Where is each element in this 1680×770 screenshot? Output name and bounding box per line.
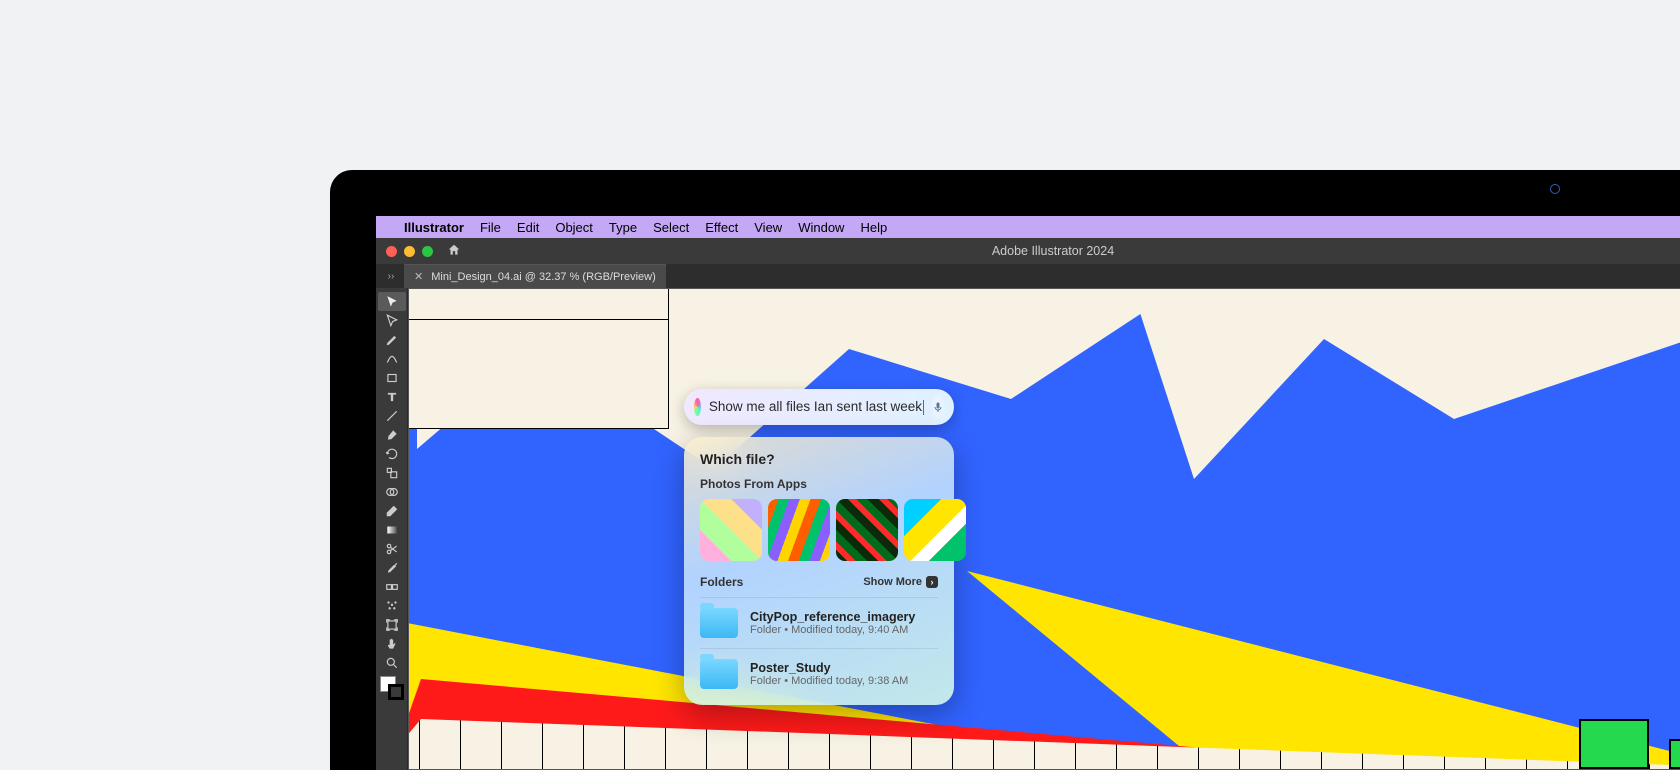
- menu-app-name[interactable]: Illustrator: [404, 220, 464, 235]
- results-title: Which file?: [700, 451, 938, 467]
- menu-type[interactable]: Type: [609, 220, 637, 235]
- stroke-swatch[interactable]: [388, 684, 404, 700]
- tool-zoom[interactable]: [378, 653, 406, 672]
- app-title: Adobe Illustrator 2024: [376, 244, 1680, 258]
- menu-view[interactable]: View: [754, 220, 782, 235]
- tool-artboard[interactable]: [378, 615, 406, 634]
- tool-pen[interactable]: [378, 330, 406, 349]
- photo-thumbnail[interactable]: [904, 499, 966, 561]
- artwork-shape: [409, 289, 669, 429]
- menu-select[interactable]: Select: [653, 220, 689, 235]
- tool-gradient[interactable]: [378, 520, 406, 539]
- app-titlebar: Adobe Illustrator 2024: [376, 238, 1680, 264]
- folder-result-row[interactable]: CityPop_reference_imagery Folder • Modif…: [700, 597, 938, 648]
- tool-symbol-sprayer[interactable]: [378, 596, 406, 615]
- tool-type[interactable]: [378, 387, 406, 406]
- siri-icon: [694, 398, 701, 416]
- tool-scale[interactable]: [378, 463, 406, 482]
- menu-effect[interactable]: Effect: [705, 220, 738, 235]
- microphone-icon[interactable]: [932, 395, 944, 419]
- folder-icon: [700, 608, 738, 638]
- canvas[interactable]: Show me all files Ian sent last week Whi…: [408, 288, 1680, 770]
- tool-eyedropper[interactable]: [378, 558, 406, 577]
- folder-name: Poster_Study: [750, 661, 938, 675]
- folder-meta: Folder • Modified today, 9:40 AM: [750, 624, 938, 636]
- show-more-button[interactable]: Show More ›: [863, 576, 938, 588]
- artwork-shape: [1669, 739, 1680, 769]
- tool-curvature[interactable]: [378, 349, 406, 368]
- artwork-shape: [1579, 719, 1649, 769]
- siri-results-panel: Which file? Photos From Apps Folders Sho…: [684, 437, 954, 705]
- folder-meta: Folder • Modified today, 9:38 AM: [750, 675, 938, 687]
- document-tab-label: Mini_Design_04.ai @ 32.37 % (RGB/Preview…: [431, 271, 656, 283]
- menu-edit[interactable]: Edit: [517, 220, 539, 235]
- tool-line[interactable]: [378, 406, 406, 425]
- fill-stroke-swatch[interactable]: [380, 676, 404, 700]
- tool-scissors[interactable]: [378, 539, 406, 558]
- siri-search-field[interactable]: Show me all files Ian sent last week: [684, 389, 954, 425]
- expand-panels-icon[interactable]: ››: [378, 264, 404, 288]
- tool-direct-selection[interactable]: [378, 311, 406, 330]
- chevron-right-icon: ›: [926, 576, 938, 588]
- tool-blend[interactable]: [378, 577, 406, 596]
- document-tab[interactable]: ✕ Mini_Design_04.ai @ 32.37 % (RGB/Previ…: [404, 264, 666, 288]
- tool-shape-builder[interactable]: [378, 482, 406, 501]
- close-window-button[interactable]: [386, 246, 397, 257]
- tool-rectangle[interactable]: [378, 368, 406, 387]
- tool-paintbrush[interactable]: [378, 425, 406, 444]
- screen: Illustrator File Edit Object Type Select…: [376, 216, 1680, 770]
- menu-object[interactable]: Object: [555, 220, 593, 235]
- siri-popover: Show me all files Ian sent last week Whi…: [684, 389, 959, 705]
- tool-selection[interactable]: [378, 292, 406, 311]
- document-tab-row: ›› ✕ Mini_Design_04.ai @ 32.37 % (RGB/Pr…: [376, 264, 1680, 288]
- macos-menubar: Illustrator File Edit Object Type Select…: [376, 216, 1680, 238]
- folder-result-row[interactable]: Poster_Study Folder • Modified today, 9:…: [700, 648, 938, 699]
- menu-window[interactable]: Window: [798, 220, 844, 235]
- tools-panel: [376, 288, 408, 770]
- menu-help[interactable]: Help: [860, 220, 887, 235]
- home-icon[interactable]: [447, 243, 461, 260]
- siri-query-text[interactable]: Show me all files Ian sent last week: [709, 399, 924, 415]
- section-folders-header: Folders Show More ›: [700, 575, 938, 589]
- workspace: Show me all files Ian sent last week Whi…: [376, 288, 1680, 770]
- camera-led-icon: [1550, 184, 1560, 194]
- photo-thumbnail[interactable]: [836, 499, 898, 561]
- window-traffic-lights: [386, 246, 433, 257]
- section-photos-label: Photos From Apps: [700, 477, 938, 491]
- folder-icon: [700, 659, 738, 689]
- tool-hand[interactable]: [378, 634, 406, 653]
- tool-eraser[interactable]: [378, 501, 406, 520]
- folder-name: CityPop_reference_imagery: [750, 610, 938, 624]
- section-folders-label: Folders: [700, 575, 743, 589]
- photo-thumbnails: [700, 499, 938, 561]
- photo-thumbnail[interactable]: [768, 499, 830, 561]
- menu-file[interactable]: File: [480, 220, 501, 235]
- monitor-frame: Illustrator File Edit Object Type Select…: [330, 170, 1680, 770]
- fullscreen-window-button[interactable]: [422, 246, 433, 257]
- tool-rotate[interactable]: [378, 444, 406, 463]
- close-tab-icon[interactable]: ✕: [414, 270, 423, 283]
- artwork-shape: [1129, 288, 1680, 479]
- photo-thumbnail[interactable]: [700, 499, 762, 561]
- minimize-window-button[interactable]: [404, 246, 415, 257]
